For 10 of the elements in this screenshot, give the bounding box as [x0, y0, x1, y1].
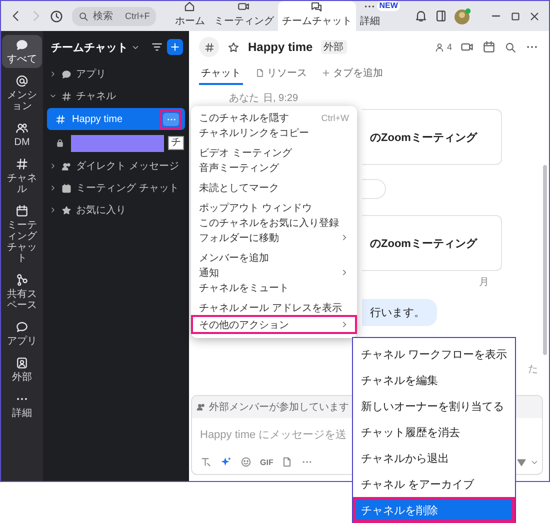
new-badge: NEW: [377, 1, 400, 11]
message-time: 日, 9:29: [263, 92, 298, 105]
sender-name: あなた: [229, 92, 259, 105]
system-note: た: [528, 363, 538, 376]
tooltip: チ: [168, 136, 184, 150]
channel-name: Happy time: [248, 40, 313, 54]
shortcut-label: Ctrl+W: [321, 112, 349, 122]
message-bubble: 行います。: [362, 299, 437, 326]
external-badge: 外部: [320, 40, 347, 54]
date-label: 月: [479, 276, 489, 289]
